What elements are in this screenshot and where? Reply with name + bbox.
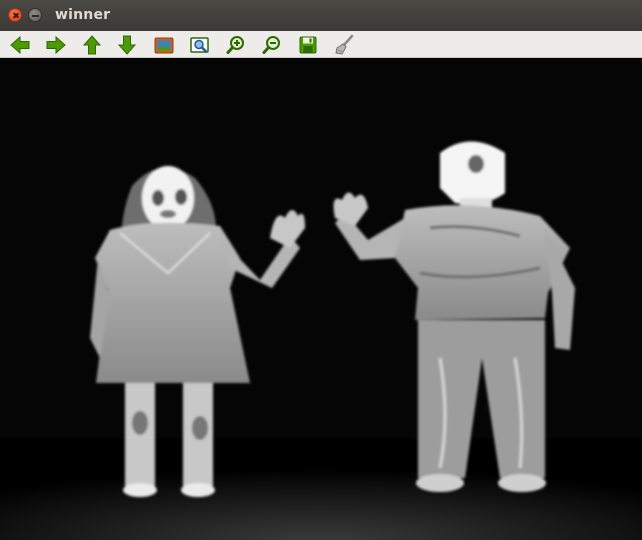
window-title: winner [55, 7, 111, 23]
arrow-up-icon [82, 35, 102, 55]
image-canvas[interactable] [0, 58, 642, 540]
properties-button[interactable] [332, 33, 356, 57]
zoom-in-icon [226, 36, 244, 54]
arrow-down-icon [117, 35, 137, 55]
arrow-right-icon [46, 35, 66, 55]
zoom-original-button[interactable] [152, 33, 176, 57]
image-viewer-window: winner [0, 0, 642, 540]
minimize-icon[interactable] [28, 8, 42, 22]
toolbar [0, 31, 642, 58]
pan-up-button[interactable] [80, 33, 104, 57]
zoom-out-button[interactable] [260, 33, 284, 57]
close-icon[interactable] [8, 8, 22, 22]
save-icon [299, 36, 317, 54]
zoom-out-icon [262, 36, 280, 54]
pan-down-button[interactable] [115, 33, 139, 57]
zoom-fit-button[interactable] [188, 33, 212, 57]
image-icon [154, 37, 174, 54]
save-button[interactable] [296, 33, 320, 57]
title-bar[interactable]: winner [0, 0, 642, 31]
thermal-image [0, 58, 642, 540]
zoom-in-button[interactable] [224, 33, 248, 57]
pan-right-button[interactable] [44, 33, 68, 57]
brush-icon [335, 34, 354, 55]
pan-left-button[interactable] [8, 33, 32, 57]
arrow-left-icon [10, 35, 30, 55]
zoom-image-icon [190, 37, 209, 53]
